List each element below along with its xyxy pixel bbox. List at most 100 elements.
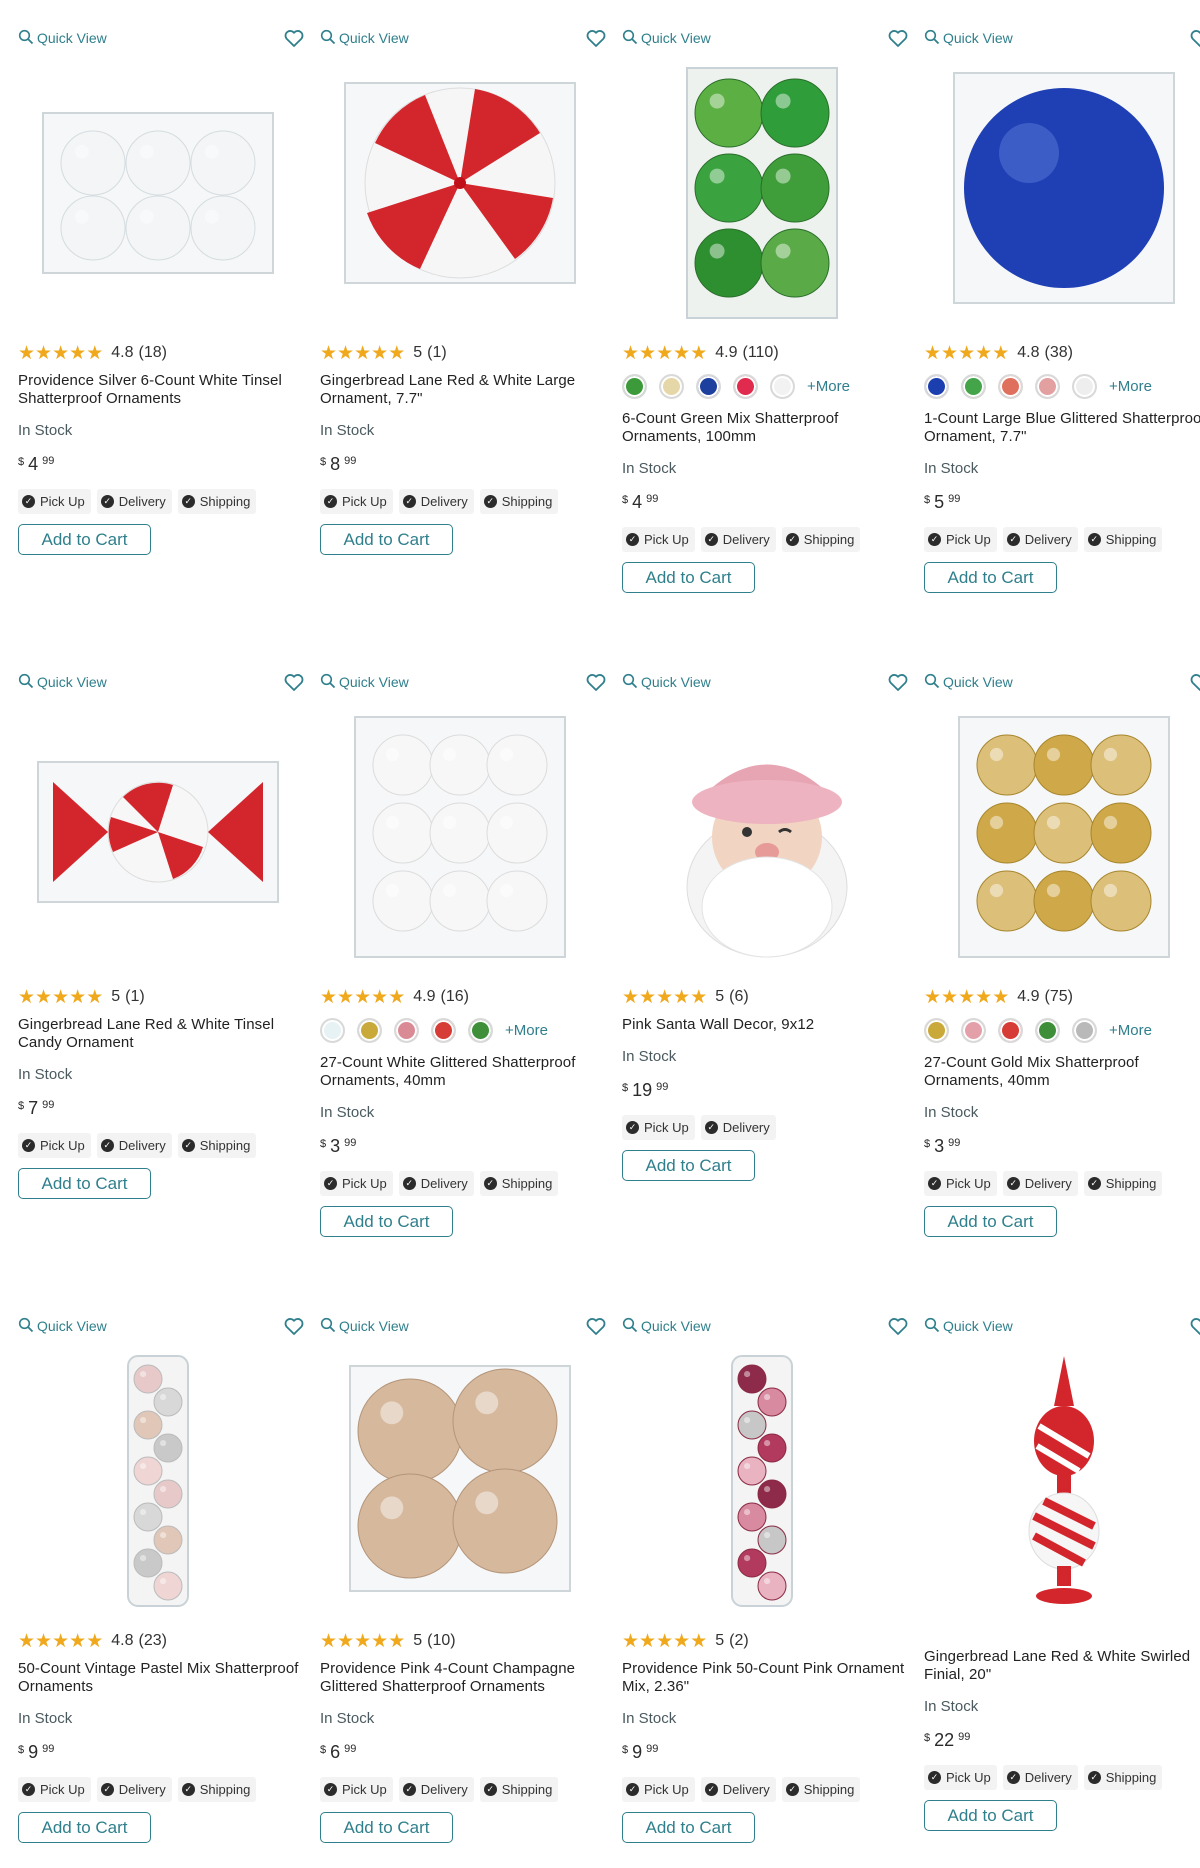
quick-view-button[interactable]: Quick View	[18, 672, 107, 692]
color-swatch[interactable]	[1035, 1017, 1060, 1043]
more-colors-link[interactable]: +More	[807, 378, 850, 395]
quick-view-button[interactable]: Quick View	[622, 1316, 711, 1336]
color-swatch[interactable]	[468, 1017, 493, 1043]
fulfillment-label: Pick Up	[342, 1782, 387, 1797]
color-swatch[interactable]	[622, 373, 647, 399]
price-currency: $	[924, 494, 931, 506]
product-title[interactable]: Providence Pink 50-Count Pink Ornament M…	[622, 1660, 914, 1698]
price: $19 99	[622, 1080, 914, 1100]
color-swatch[interactable]	[770, 373, 795, 399]
add-to-cart-button[interactable]: Add to Cart	[924, 1206, 1057, 1237]
add-to-cart-button[interactable]: Add to Cart	[320, 1206, 453, 1237]
product-title[interactable]: Gingerbread Lane Red & White Tinsel Cand…	[18, 1016, 310, 1054]
color-swatch[interactable]	[659, 373, 684, 399]
color-swatch[interactable]	[1072, 1017, 1097, 1043]
product-title[interactable]: Gingerbread Lane Red & White Swirled Fin…	[924, 1648, 1200, 1686]
product-image[interactable]	[18, 60, 298, 326]
color-swatch[interactable]	[320, 1017, 345, 1043]
fulfillment-chip: ✓ Pick Up	[622, 527, 695, 552]
color-swatch[interactable]	[733, 373, 758, 399]
heart-icon[interactable]	[886, 26, 910, 50]
quick-view-button[interactable]: Quick View	[18, 28, 107, 48]
product-title[interactable]: 6-Count Green Mix Shatterproof Ornaments…	[622, 410, 914, 448]
fulfillment-chip: ✓ Pick Up	[320, 1171, 393, 1196]
color-swatch[interactable]	[357, 1017, 382, 1043]
add-to-cart-button[interactable]: Add to Cart	[18, 524, 151, 555]
color-swatch[interactable]	[696, 373, 721, 399]
product-title[interactable]: 27-Count White Glittered Shatterproof Or…	[320, 1054, 612, 1092]
color-swatch[interactable]	[431, 1017, 456, 1043]
heart-icon[interactable]	[584, 26, 608, 50]
heart-icon[interactable]	[886, 1314, 910, 1338]
stock-status: In Stock	[320, 1104, 375, 1121]
product-image[interactable]	[622, 704, 902, 970]
add-to-cart-button[interactable]: Add to Cart	[622, 1150, 755, 1181]
add-to-cart-button[interactable]: Add to Cart	[924, 562, 1057, 593]
color-swatch[interactable]	[961, 373, 986, 399]
add-to-cart-button[interactable]: Add to Cart	[320, 524, 453, 555]
product-title[interactable]: Gingerbread Lane Red & White Large Ornam…	[320, 372, 612, 410]
heart-icon[interactable]	[584, 1314, 608, 1338]
heart-icon[interactable]	[282, 670, 306, 694]
color-swatch[interactable]	[1072, 373, 1097, 399]
fulfillment-label: Pick Up	[40, 1782, 85, 1797]
quick-view-button[interactable]: Quick View	[924, 672, 1013, 692]
product-title[interactable]: Providence Pink 4-Count Champagne Glitte…	[320, 1660, 612, 1698]
product-image[interactable]	[320, 1348, 600, 1614]
fulfillment-chip: ✓ Delivery	[96, 489, 172, 514]
more-colors-link[interactable]: +More	[1109, 1022, 1152, 1039]
color-swatch[interactable]	[924, 373, 949, 399]
product-card: Quick View ★ ★ ★ ★ ★ 4.9 (16) +More 27-Count Whit…	[320, 672, 622, 1272]
quick-view-button[interactable]: Quick View	[622, 28, 711, 48]
add-to-cart-button[interactable]: Add to Cart	[18, 1168, 151, 1199]
product-image[interactable]	[320, 60, 600, 326]
product-image[interactable]	[924, 60, 1200, 326]
add-to-cart-button[interactable]: Add to Cart	[622, 562, 755, 593]
stock-status: In Stock	[320, 1710, 375, 1727]
quick-view-button[interactable]: Quick View	[18, 1316, 107, 1336]
quick-view-button[interactable]: Quick View	[924, 1316, 1013, 1336]
fulfillment-label: Delivery	[118, 1138, 166, 1153]
product-title[interactable]: Pink Santa Wall Decor, 9x12	[622, 1016, 914, 1036]
product-card: Quick View ★ ★ ★ ★ ★ 4.8 (38) +More 1-Count Large…	[924, 28, 1200, 628]
more-colors-link[interactable]: +More	[1109, 378, 1152, 395]
color-swatch[interactable]	[394, 1017, 419, 1043]
product-title[interactable]: 50-Count Vintage Pastel Mix Shatterproof…	[18, 1660, 310, 1698]
product-title[interactable]: Providence Silver 6-Count White Tinsel S…	[18, 372, 310, 410]
rating: ★ ★ ★ ★ ★ 4.8 (38)	[924, 342, 1200, 364]
color-swatch[interactable]	[924, 1017, 949, 1043]
product-image[interactable]	[924, 704, 1200, 970]
heart-icon[interactable]	[282, 26, 306, 50]
product-title[interactable]: 27-Count Gold Mix Shatterproof Ornaments…	[924, 1054, 1200, 1092]
quick-view-button[interactable]: Quick View	[320, 672, 409, 692]
more-colors-link[interactable]: +More	[505, 1022, 548, 1039]
heart-icon[interactable]	[1188, 670, 1200, 694]
product-title[interactable]: 1-Count Large Blue Glittered Shatterproo…	[924, 410, 1200, 448]
add-to-cart-button[interactable]: Add to Cart	[18, 1812, 151, 1843]
heart-icon[interactable]	[1188, 26, 1200, 50]
product-image[interactable]	[622, 60, 902, 326]
fulfillment-options: ✓ Pick Up ✓ Delivery	[622, 1115, 914, 1140]
add-to-cart-button[interactable]: Add to Cart	[924, 1800, 1057, 1831]
heart-icon[interactable]	[886, 670, 910, 694]
color-swatch[interactable]	[1035, 373, 1060, 399]
color-swatch[interactable]	[961, 1017, 986, 1043]
heart-icon[interactable]	[282, 1314, 306, 1338]
fulfillment-chip: ✓ Shipping	[177, 1133, 257, 1158]
color-swatch[interactable]	[998, 1017, 1023, 1043]
product-image[interactable]	[18, 704, 298, 970]
quick-view-button[interactable]: Quick View	[320, 1316, 409, 1336]
quick-view-button[interactable]: Quick View	[622, 672, 711, 692]
product-image[interactable]	[924, 1348, 1200, 1614]
heart-icon[interactable]	[584, 670, 608, 694]
color-swatch[interactable]	[998, 373, 1023, 399]
heart-icon[interactable]	[1188, 1314, 1200, 1338]
add-to-cart-button[interactable]: Add to Cart	[320, 1812, 453, 1843]
product-image[interactable]	[320, 704, 600, 970]
check-icon: ✓	[1006, 1771, 1020, 1784]
product-image[interactable]	[18, 1348, 298, 1614]
product-image[interactable]	[622, 1348, 902, 1614]
quick-view-button[interactable]: Quick View	[924, 28, 1013, 48]
quick-view-button[interactable]: Quick View	[320, 28, 409, 48]
add-to-cart-button[interactable]: Add to Cart	[622, 1812, 755, 1843]
